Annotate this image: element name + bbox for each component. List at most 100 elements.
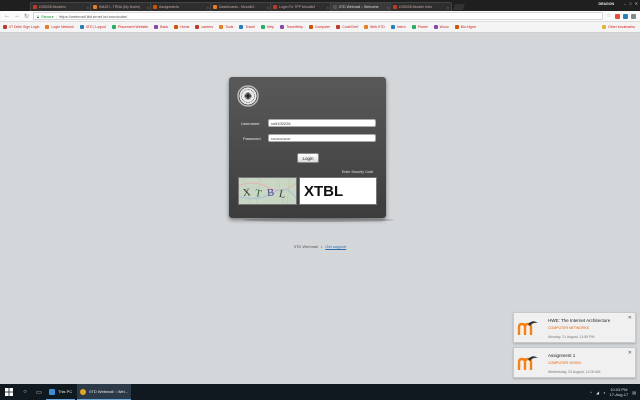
- username-input[interactable]: [268, 119, 376, 127]
- bookmark-item[interactable]: Home: [174, 25, 189, 29]
- browser-tab[interactable]: IN4ATI - TRNA (My Notes) ×: [90, 2, 152, 11]
- tab-label: IITD Webmail :: Welcome: [339, 5, 379, 9]
- support-link[interactable]: Get support: [325, 244, 346, 249]
- tab-favicon: [333, 5, 337, 9]
- minimize-icon[interactable]: –: [624, 1, 626, 6]
- bookmark-item[interactable]: IIT Delhi Sign Login: [3, 25, 39, 29]
- tab-close-icon[interactable]: ×: [87, 5, 89, 10]
- taskbar-item-this-pc[interactable]: This PC: [46, 384, 76, 400]
- task-view-icon[interactable]: ▭: [32, 384, 46, 400]
- bookmark-item[interactable]: Wooo: [433, 25, 449, 29]
- bookmark-favicon: [364, 25, 369, 29]
- tray-expand-icon[interactable]: ^: [590, 390, 592, 395]
- page-footer: IITD Webmail • Get support: [0, 244, 640, 249]
- tab-close-icon[interactable]: ×: [327, 5, 329, 10]
- bookmark-favicon: [411, 25, 416, 29]
- tab-label: DS5028 Modules: [39, 5, 66, 9]
- url-separator: |: [55, 13, 57, 19]
- network-icon[interactable]: ◢: [596, 390, 599, 395]
- close-icon[interactable]: ✕: [628, 350, 632, 356]
- bookmark-favicon: [195, 25, 200, 29]
- bookmark-item[interactable]: Placement Website: [112, 25, 148, 29]
- tab-favicon: [393, 5, 397, 9]
- browser-tab[interactable]: Dashboards - Moodle2 ×: [210, 2, 272, 11]
- other-bookmarks[interactable]: Other bookmarks: [602, 25, 635, 29]
- bookmark-label: Planet: [417, 25, 428, 29]
- tab-label: Login Fix TPP Moodle2: [279, 5, 316, 9]
- bookmark-label: Login Network: [51, 25, 74, 29]
- volume-icon[interactable]: ◖: [603, 390, 605, 395]
- bookmark-item[interactable]: careers: [195, 25, 213, 29]
- captcha-input[interactable]: [299, 177, 377, 205]
- tab-close-icon[interactable]: ×: [447, 5, 449, 10]
- bookmark-item[interactable]: TravelHelp: [280, 25, 303, 29]
- clock[interactable]: 10:03 PM 17-Aug-17: [610, 387, 629, 397]
- lock-icon[interactable]: 🔒︎: [37, 14, 39, 19]
- menu-icon[interactable]: [631, 13, 636, 19]
- bookmark-item[interactable]: Intern: [390, 25, 406, 29]
- close-window-icon[interactable]: ✕: [635, 1, 638, 6]
- url-omnibox[interactable]: 🔒︎ Secure | https://webmail.iitd.ernet.i…: [33, 12, 603, 20]
- password-input[interactable]: [268, 134, 376, 142]
- tab-close-icon[interactable]: ×: [207, 5, 209, 10]
- tab-label: IN4ATI - TRNA (My Notes): [99, 5, 141, 9]
- bookmark-item[interactable]: IITD | Logout: [79, 25, 107, 29]
- bookmark-item[interactable]: Travel: [239, 25, 255, 29]
- bookmark-favicon: [433, 25, 438, 29]
- bookmark-item[interactable]: CodeChef: [336, 25, 358, 29]
- bookmark-label: IITD | Logout: [85, 25, 107, 29]
- search-icon[interactable]: ○: [18, 384, 32, 400]
- notification-course: COMPUTER VISION: [548, 361, 581, 365]
- extension-icon[interactable]: [615, 13, 620, 19]
- captcha-char: B: [267, 188, 275, 199]
- tab-label: Dashboards - Moodle2: [219, 5, 255, 9]
- tab-favicon: [213, 5, 217, 9]
- taskbar-item-label: This PC: [58, 389, 73, 394]
- close-icon[interactable]: ✕: [628, 315, 632, 321]
- browser-tab[interactable]: Assignments ×: [150, 2, 212, 11]
- window-controls: – □ ✕: [624, 1, 638, 6]
- bookmark-label: careers: [201, 25, 214, 29]
- folder-icon: [49, 388, 55, 395]
- bookmark-item[interactable]: Help: [260, 25, 274, 29]
- back-icon[interactable]: ←: [4, 13, 10, 19]
- tab-close-icon[interactable]: ×: [387, 5, 389, 10]
- extension-icon[interactable]: [623, 13, 628, 19]
- bookmark-item[interactable]: Login Network: [45, 25, 74, 29]
- action-center-icon[interactable]: ▤: [632, 390, 636, 395]
- notification-toast[interactable]: HWE: The Internet Architecture COMPUTER …: [513, 312, 636, 343]
- folder-icon: [602, 25, 607, 29]
- browser-tab[interactable]: DS5028 Module Intro ×: [390, 2, 452, 11]
- browser-tab-active[interactable]: IITD Webmail :: Welcome ×: [330, 2, 392, 11]
- login-panel: Username Password Login Enter Security C…: [229, 77, 394, 222]
- tab-close-icon[interactable]: ×: [147, 5, 149, 10]
- maximize-icon[interactable]: □: [629, 1, 631, 6]
- tab-close-icon[interactable]: ×: [267, 5, 269, 10]
- notification-time: Monday, 21 August, 11:55 PM: [548, 335, 595, 339]
- bookmark-favicon: [308, 25, 313, 29]
- tab-favicon: [273, 5, 277, 9]
- url-text[interactable]: https://webmail.iitd.ernet.in/roundcube/: [59, 14, 127, 19]
- browser-user-name[interactable]: DRAGON: [598, 2, 614, 6]
- start-button[interactable]: [0, 384, 18, 400]
- notification-time: Wednesday, 23 August, 12:00 AM: [548, 370, 601, 374]
- new-tab-button[interactable]: [452, 4, 466, 10]
- bookmark-label: TravelHelp: [286, 25, 303, 29]
- browser-tab[interactable]: Login Fix TPP Moodle2 ×: [270, 2, 332, 11]
- login-button[interactable]: Login: [297, 153, 319, 163]
- notification-toast[interactable]: Assignment 1 COMPUTER VISION Wednesday, …: [513, 347, 636, 378]
- bookmark-star-icon[interactable]: ☆: [607, 13, 611, 19]
- bookmark-item[interactable]: Web IITD: [364, 25, 385, 29]
- bookmark-label: Intern: [396, 25, 406, 29]
- bookmark-item[interactable]: Computer: [308, 25, 330, 29]
- bookmark-item[interactable]: Bank: [154, 25, 168, 29]
- taskbar-item-chrome[interactable]: IITD Webmail :: Wel...: [77, 384, 131, 400]
- reload-icon[interactable]: ↻: [24, 13, 29, 20]
- emblem-icon: [238, 86, 258, 106]
- bookmark-label: Tools: [225, 25, 234, 29]
- bookmark-item[interactable]: Bio-Hyper: [454, 25, 476, 29]
- bookmark-item[interactable]: Tools: [219, 25, 233, 29]
- bookmark-item[interactable]: Planet: [411, 25, 428, 29]
- browser-tab[interactable]: DS5028 Modules ×: [30, 2, 92, 11]
- forward-icon[interactable]: →: [14, 13, 20, 19]
